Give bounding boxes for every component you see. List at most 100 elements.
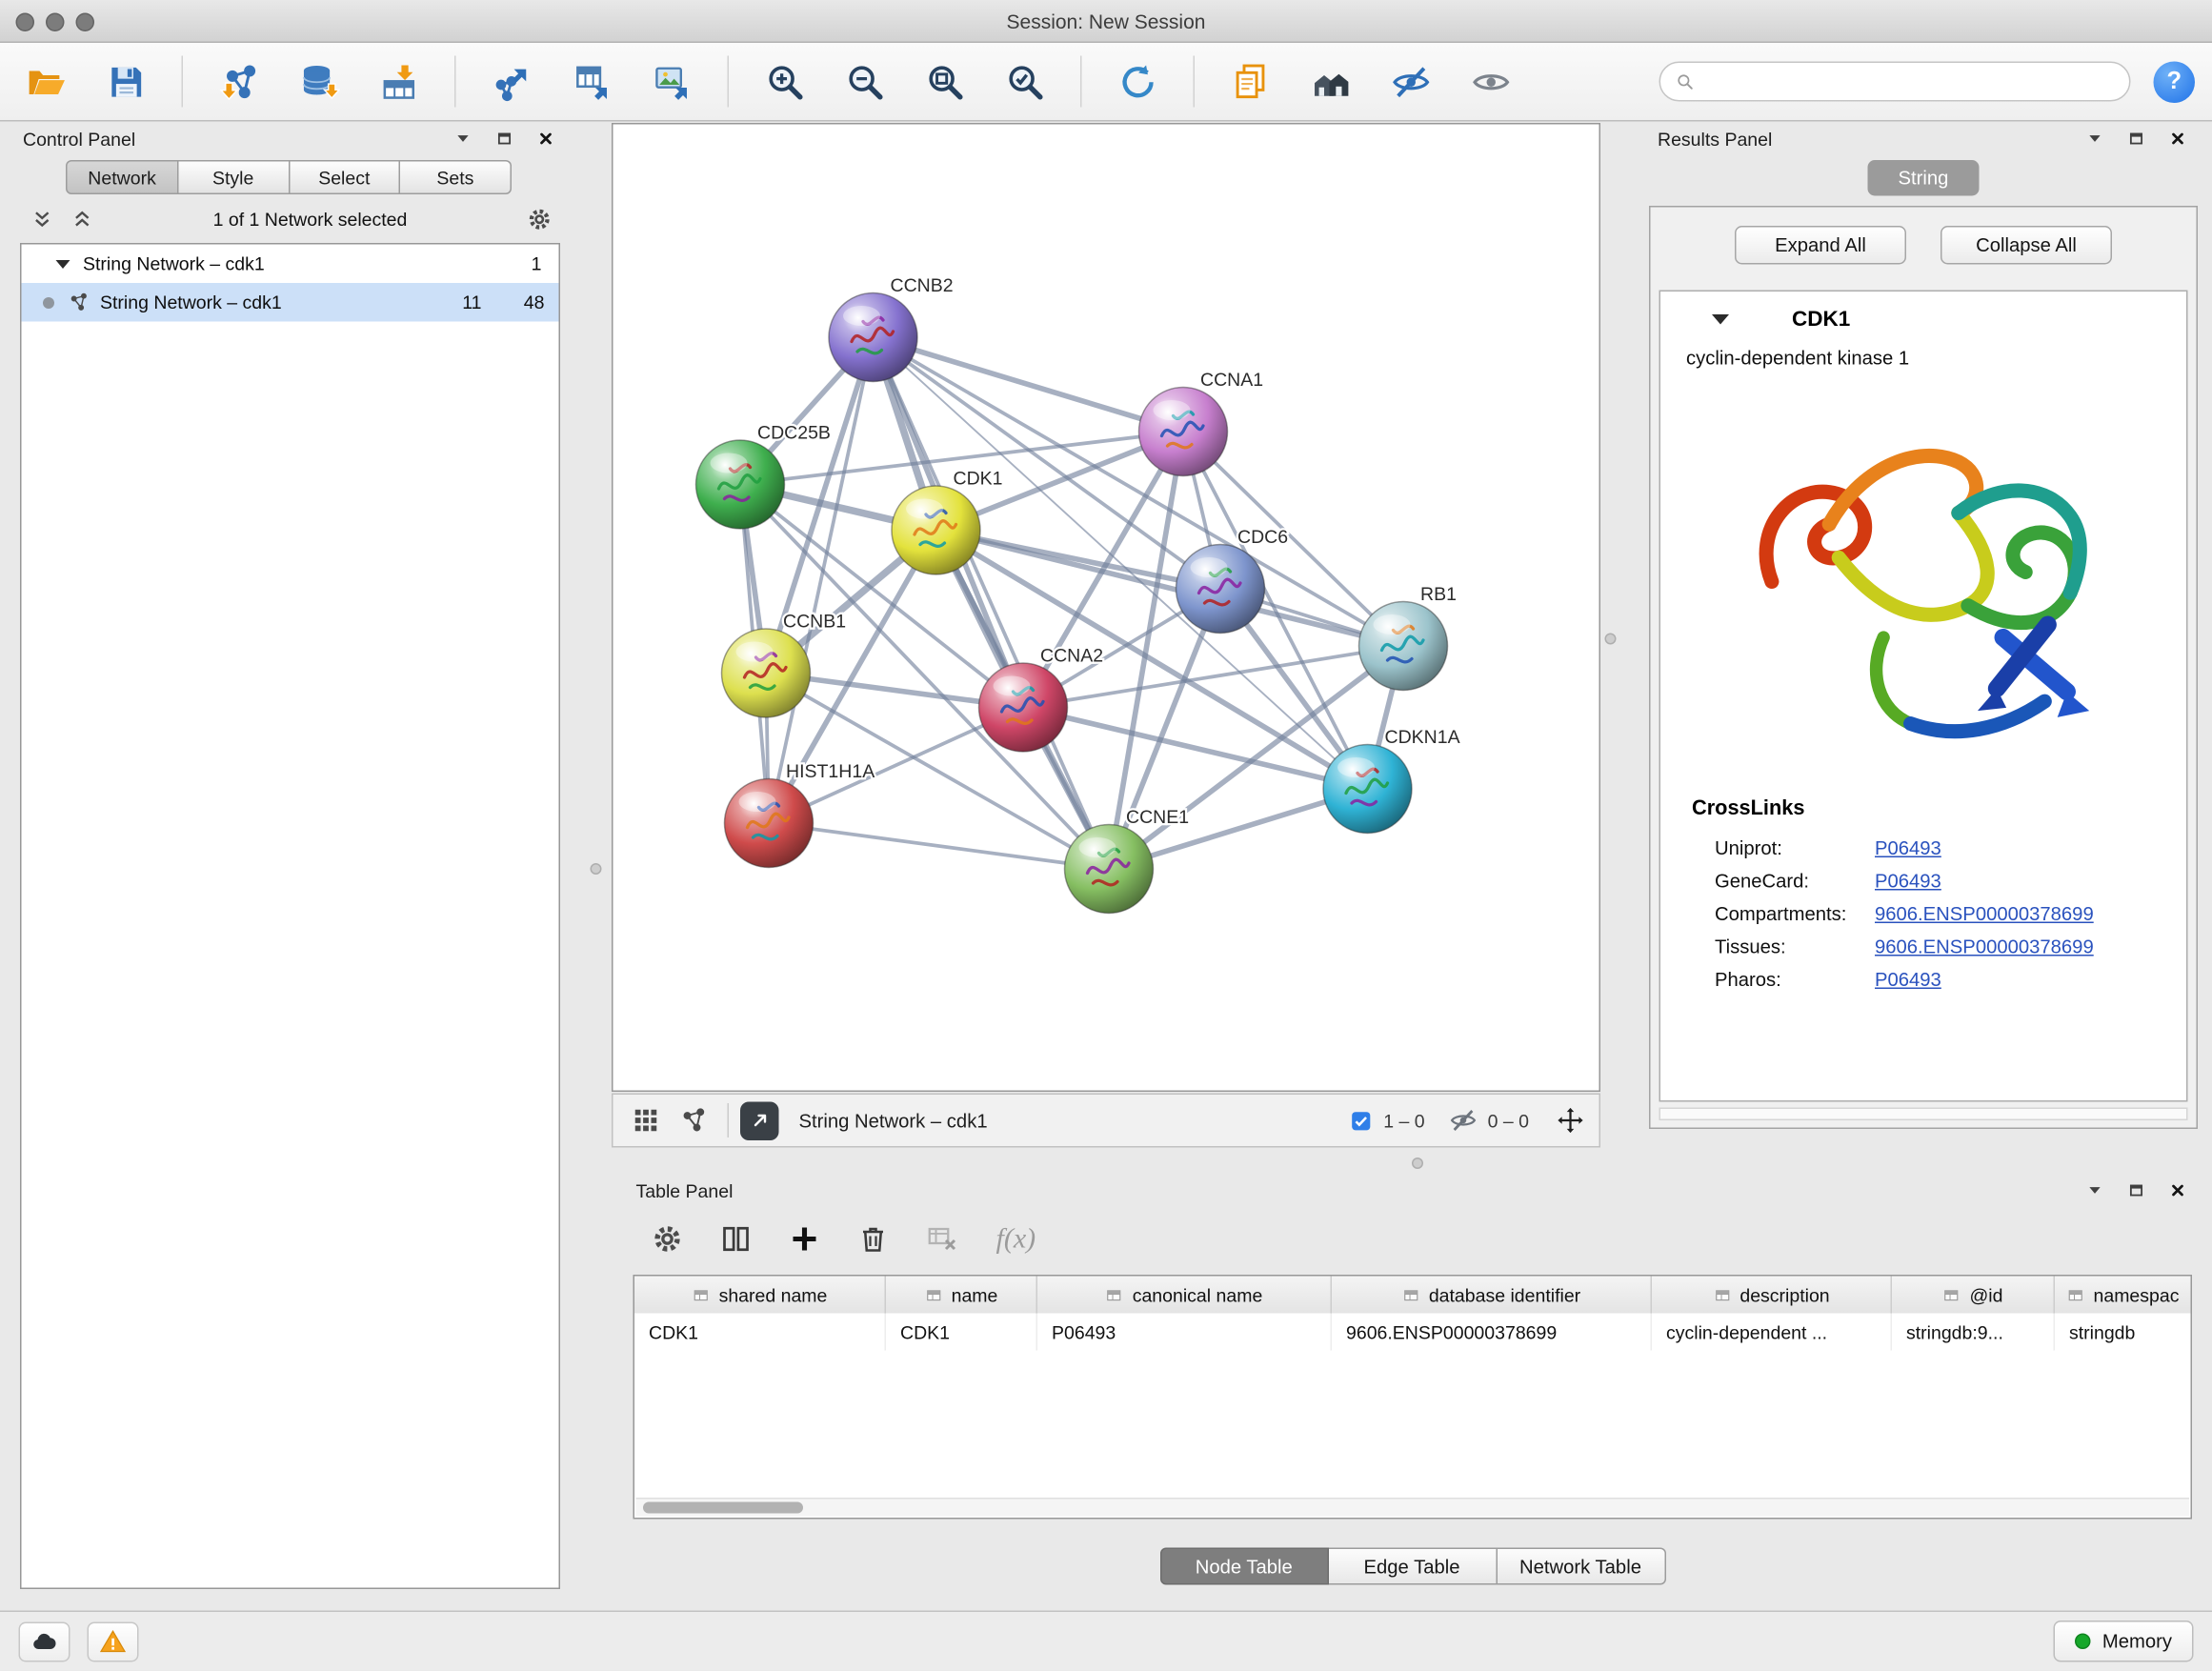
crosslink-genecard-link[interactable]: P06493 — [1875, 871, 1941, 893]
table-row[interactable]: CDK1CDK1P064939606.ENSP00000378699cyclin… — [634, 1314, 2191, 1351]
control-panel-close-button[interactable] — [534, 128, 557, 151]
crosslink-compartments-link[interactable]: 9606.ENSP00000378699 — [1875, 903, 2094, 925]
table-settings-button[interactable] — [648, 1219, 688, 1259]
collapse-all-button[interactable]: Collapse All — [1941, 226, 2112, 265]
edge-CCNB2-CCNE1[interactable] — [874, 337, 1110, 869]
tab-node-table[interactable]: Node Table — [1159, 1548, 1328, 1585]
crosslink-uniprot-link[interactable]: P06493 — [1875, 837, 1941, 859]
edge-CDK1-RB1[interactable] — [936, 531, 1404, 647]
edge-CCNB2-HIST1H1A[interactable] — [769, 337, 874, 823]
tab-network[interactable]: Network — [66, 160, 178, 194]
zoom-selected-button[interactable] — [996, 53, 1054, 111]
selected-checkbox-icon[interactable] — [1349, 1108, 1374, 1133]
duplicate-page-button[interactable] — [1222, 53, 1279, 111]
bottom-splitter-handle[interactable] — [1412, 1158, 1423, 1169]
zoom-out-button[interactable] — [836, 53, 894, 111]
results-scrollbar[interactable] — [1659, 1108, 2188, 1121]
table-horizontal-scrollbar[interactable] — [636, 1498, 2190, 1517]
crosslink-tissues-link[interactable]: 9606.ENSP00000378699 — [1875, 936, 2094, 958]
network-node-HIST1H1A[interactable]: HIST1H1A — [725, 761, 875, 868]
delete-column-button[interactable] — [854, 1219, 894, 1259]
delete-table-button[interactable] — [922, 1219, 962, 1259]
column-header-shared-name[interactable]: shared name — [634, 1277, 886, 1314]
table-cell[interactable]: 9606.ENSP00000378699 — [1332, 1314, 1652, 1351]
network-options-button[interactable] — [523, 203, 554, 234]
disclosure-triangle-icon[interactable] — [1712, 314, 1729, 325]
network-node-CDC6[interactable]: CDC6 — [1176, 527, 1289, 634]
network-view[interactable]: CCNB2CCNA1CDC25BCDK1CDC6RB1CCNB1CCNA2CDK… — [612, 123, 1600, 1092]
results-panel-close-button[interactable] — [2166, 128, 2189, 151]
hidden-eye-slash-icon[interactable] — [1449, 1106, 1478, 1135]
network-node-CCNB1[interactable]: CCNB1 — [722, 612, 847, 718]
import-network-from-file-button[interactable] — [211, 53, 268, 111]
edge-CCNB2-CCNA1[interactable] — [874, 337, 1184, 432]
pan-crosshair-icon[interactable] — [1557, 1106, 1585, 1135]
cloud-status-button[interactable] — [19, 1621, 70, 1661]
table-cell[interactable]: P06493 — [1037, 1314, 1332, 1351]
collapse-all-rows-button[interactable] — [66, 203, 97, 234]
gene-header-row[interactable]: CDK1 — [1660, 292, 2186, 334]
tab-edge-table[interactable]: Edge Table — [1328, 1548, 1497, 1585]
control-panel-collapse-button[interactable] — [452, 128, 474, 151]
open-in-string-button[interactable] — [740, 1101, 779, 1140]
save-session-button[interactable] — [97, 53, 154, 111]
apply-preferred-layout-button[interactable] — [1109, 53, 1166, 111]
hide-glass-effect-button[interactable] — [1382, 53, 1439, 111]
zoom-fit-content-button[interactable] — [916, 53, 974, 111]
expand-all-button[interactable]: Expand All — [1735, 226, 1906, 265]
expand-all-rows-button[interactable] — [26, 203, 57, 234]
table-panel-close-button[interactable] — [2166, 1179, 2189, 1202]
scrollbar-thumb[interactable] — [643, 1502, 803, 1514]
column-header--id[interactable]: @id — [1892, 1277, 2055, 1314]
tab-string[interactable]: String — [1868, 160, 1980, 196]
export-network-button[interactable] — [483, 53, 540, 111]
table-cell[interactable]: stringdb:9... — [1892, 1314, 2055, 1351]
warnings-button[interactable] — [88, 1621, 139, 1661]
column-header-name[interactable]: name — [886, 1277, 1037, 1314]
column-header-database-identifier[interactable]: database identifier — [1332, 1277, 1652, 1314]
string-home-button[interactable] — [1302, 53, 1359, 111]
crosslink-pharos-link[interactable]: P06493 — [1875, 969, 1941, 991]
table-cell[interactable]: stringdb — [2055, 1314, 2191, 1351]
show-columns-button[interactable] — [716, 1219, 756, 1259]
table-panel-float-button[interactable] — [2125, 1179, 2148, 1202]
tab-style[interactable]: Style — [178, 160, 290, 194]
tab-select[interactable]: Select — [290, 160, 401, 194]
function-builder-button[interactable]: f(x) — [996, 1222, 1036, 1256]
tab-network-table[interactable]: Network Table — [1497, 1548, 1665, 1585]
show-glass-effect-button[interactable] — [1462, 53, 1519, 111]
disclosure-triangle-icon[interactable] — [56, 259, 70, 268]
network-row[interactable]: String Network – cdk1 11 48 — [22, 283, 559, 322]
string-app-button[interactable] — [676, 1102, 714, 1139]
network-node-CCNA1[interactable]: CCNA1 — [1139, 370, 1264, 475]
table-cell[interactable]: CDK1 — [634, 1314, 886, 1351]
import-table-from-file-button[interactable] — [371, 53, 428, 111]
birdseye-view-button[interactable] — [628, 1102, 665, 1139]
network-node-CCNB2[interactable]: CCNB2 — [829, 275, 954, 382]
zoom-in-button[interactable] — [756, 53, 814, 111]
table-cell[interactable]: cyclin-dependent ... — [1652, 1314, 1892, 1351]
network-canvas[interactable]: CCNB2CCNA1CDC25BCDK1CDC6RB1CCNB1CCNA2CDK… — [613, 125, 1599, 1091]
open-session-button[interactable] — [17, 53, 74, 111]
results-panel-float-button[interactable] — [2125, 128, 2148, 151]
table-panel-collapse-button[interactable] — [2083, 1179, 2106, 1202]
column-header-canonical-name[interactable]: canonical name — [1037, 1277, 1332, 1314]
right-splitter-handle[interactable] — [1605, 634, 1617, 645]
edge-HIST1H1A-CCNE1[interactable] — [769, 823, 1109, 869]
help-button[interactable]: ? — [2154, 61, 2196, 103]
column-header-namespac[interactable]: namespac — [2055, 1277, 2191, 1314]
create-column-button[interactable] — [785, 1219, 825, 1259]
control-panel-float-button[interactable] — [493, 128, 516, 151]
column-header-description[interactable]: description — [1652, 1277, 1892, 1314]
search-input[interactable] — [1706, 70, 2115, 92]
memory-button[interactable]: Memory — [2054, 1621, 2194, 1662]
results-panel-collapse-button[interactable] — [2083, 128, 2106, 151]
search-field[interactable] — [1659, 62, 2131, 102]
left-splitter-handle[interactable] — [591, 863, 602, 875]
tab-sets[interactable]: Sets — [400, 160, 512, 194]
export-image-button[interactable] — [643, 53, 700, 111]
import-network-from-database-button[interactable] — [291, 53, 348, 111]
network-collection-row[interactable]: String Network – cdk1 1 — [22, 245, 559, 284]
table-cell[interactable]: CDK1 — [886, 1314, 1037, 1351]
export-table-button[interactable] — [563, 53, 620, 111]
